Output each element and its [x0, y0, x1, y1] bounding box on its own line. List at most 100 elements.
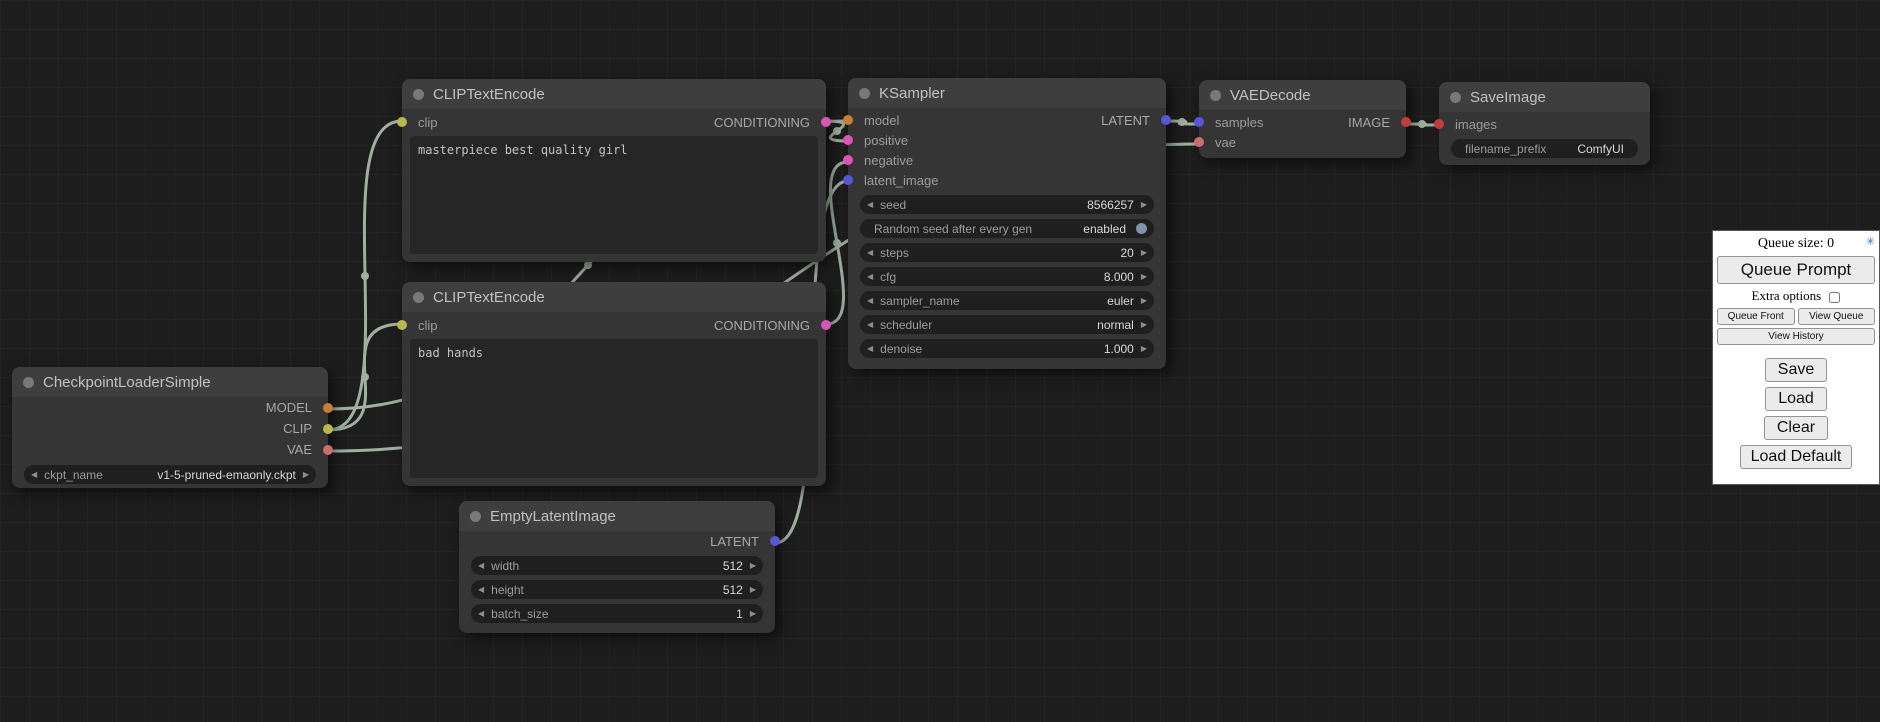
clip-input-label: clip — [418, 115, 438, 130]
samples-input-label: samples — [1215, 115, 1263, 130]
random-seed-toggle-dot[interactable] — [1136, 223, 1147, 234]
latent-image-input-dot[interactable] — [843, 175, 853, 185]
seed-number-widget[interactable]: ◀ seed 8566257 ▶ — [860, 195, 1154, 214]
collapse-dot-icon[interactable] — [23, 377, 34, 388]
collapse-dot-icon[interactable] — [413, 89, 424, 100]
node-clip-text-encode-negative[interactable]: CLIPTextEncode clip CONDITIONING bad han… — [402, 282, 826, 486]
negative-input-label: negative — [864, 153, 913, 168]
clear-button[interactable]: Clear — [1764, 416, 1828, 440]
node-ksampler[interactable]: KSampler model LATENT positive negative … — [848, 78, 1166, 369]
conditioning-output-label: CONDITIONING — [714, 115, 810, 130]
queue-front-button[interactable]: Queue Front — [1717, 308, 1795, 325]
images-input-label: images — [1455, 117, 1497, 132]
vae-input-label: vae — [1215, 135, 1236, 150]
conditioning-output-dot[interactable] — [821, 320, 831, 330]
node-empty-latent-image[interactable]: EmptyLatentImage LATENT ◀ width 512 ▶ ◀ … — [459, 501, 775, 633]
slot-row: samples IMAGE — [1199, 112, 1406, 132]
negative-prompt-textarea[interactable]: bad hands — [410, 339, 818, 478]
cfg-number-widget[interactable]: ◀ cfg 8.000 ▶ — [860, 267, 1154, 286]
increment-arrow-icon[interactable]: ▶ — [303, 471, 309, 479]
load-default-button[interactable]: Load Default — [1740, 445, 1853, 469]
negative-input-dot[interactable] — [843, 155, 853, 165]
increment-arrow-icon[interactable]: ▶ — [1141, 321, 1147, 329]
sampler-name-combo-widget[interactable]: ◀ sampler_name euler ▶ — [860, 291, 1154, 310]
model-output-dot[interactable] — [323, 403, 333, 413]
graph-canvas[interactable]: CheckpointLoaderSimple MODEL CLIP VAE ◀ … — [0, 0, 1880, 722]
decrement-arrow-icon[interactable]: ◀ — [867, 321, 873, 329]
increment-arrow-icon[interactable]: ▶ — [750, 586, 756, 594]
node-title-bar[interactable]: CheckpointLoaderSimple — [12, 367, 328, 397]
node-title-bar[interactable]: CLIPTextEncode — [402, 79, 826, 109]
decrement-arrow-icon[interactable]: ◀ — [478, 562, 484, 570]
image-output-dot[interactable] — [1401, 117, 1411, 127]
decrement-arrow-icon[interactable]: ◀ — [867, 297, 873, 305]
decrement-arrow-icon[interactable]: ◀ — [867, 201, 873, 209]
increment-arrow-icon[interactable]: ▶ — [1141, 273, 1147, 281]
increment-arrow-icon[interactable]: ▶ — [1141, 297, 1147, 305]
latent-output-dot[interactable] — [770, 536, 780, 546]
node-title-bar[interactable]: EmptyLatentImage — [459, 501, 775, 531]
denoise-number-widget[interactable]: ◀ denoise 1.000 ▶ — [860, 339, 1154, 358]
collapse-dot-icon[interactable] — [859, 88, 870, 99]
clip-input-dot[interactable] — [397, 117, 407, 127]
batch-size-number-widget[interactable]: ◀ batch_size 1 ▶ — [471, 604, 763, 623]
settings-gear-icon[interactable]: ✳ — [1866, 235, 1875, 248]
decrement-arrow-icon[interactable]: ◀ — [867, 345, 873, 353]
positive-prompt-textarea[interactable]: masterpiece best quality girl — [410, 136, 818, 254]
node-title-bar[interactable]: VAEDecode — [1199, 80, 1406, 110]
collapse-dot-icon[interactable] — [1450, 92, 1461, 103]
increment-arrow-icon[interactable]: ▶ — [1141, 345, 1147, 353]
node-checkpoint-loader[interactable]: CheckpointLoaderSimple MODEL CLIP VAE ◀ … — [12, 367, 328, 488]
decrement-arrow-icon[interactable]: ◀ — [867, 249, 873, 257]
model-input-label: model — [864, 113, 899, 128]
decrement-arrow-icon[interactable]: ◀ — [478, 586, 484, 594]
collapse-dot-icon[interactable] — [470, 511, 481, 522]
clip-output-dot[interactable] — [323, 424, 333, 434]
view-queue-button[interactable]: View Queue — [1798, 308, 1876, 325]
filename-prefix-text-widget[interactable]: filename_prefix ComfyUI — [1451, 139, 1638, 158]
increment-arrow-icon[interactable]: ▶ — [1141, 249, 1147, 257]
node-save-image[interactable]: SaveImage images filename_prefix ComfyUI — [1439, 82, 1650, 165]
slot-row: clip CONDITIONING — [402, 109, 826, 135]
images-input-dot[interactable] — [1434, 119, 1444, 129]
node-title-bar[interactable]: SaveImage — [1439, 82, 1650, 112]
scheduler-combo-widget[interactable]: ◀ scheduler normal ▶ — [860, 315, 1154, 334]
vae-output-dot[interactable] — [323, 445, 333, 455]
wire-midpoint-dot — [833, 127, 841, 135]
save-button[interactable]: Save — [1765, 358, 1827, 382]
increment-arrow-icon[interactable]: ▶ — [750, 610, 756, 618]
conditioning-output-dot[interactable] — [821, 117, 831, 127]
view-history-button[interactable]: View History — [1717, 328, 1875, 345]
latent-image-input-label: latent_image — [864, 173, 938, 188]
steps-number-widget[interactable]: ◀ steps 20 ▶ — [860, 243, 1154, 262]
extra-options-checkbox[interactable] — [1829, 292, 1840, 303]
positive-input-label: positive — [864, 133, 908, 148]
model-input-dot[interactable] — [843, 115, 853, 125]
wire-midpoint-dot — [584, 261, 592, 269]
node-clip-text-encode-positive[interactable]: CLIPTextEncode clip CONDITIONING masterp… — [402, 79, 826, 262]
height-number-widget[interactable]: ◀ height 512 ▶ — [471, 580, 763, 599]
increment-arrow-icon[interactable]: ▶ — [750, 562, 756, 570]
vae-input-dot[interactable] — [1194, 137, 1204, 147]
samples-input-dot[interactable] — [1194, 117, 1204, 127]
node-title-bar[interactable]: KSampler — [848, 78, 1166, 108]
ckpt-name-combo-widget[interactable]: ◀ ckpt_name v1-5-pruned-emaonly.ckpt ▶ — [24, 465, 316, 484]
increment-arrow-icon[interactable]: ▶ — [1141, 201, 1147, 209]
queue-prompt-button[interactable]: Queue Prompt — [1717, 256, 1875, 284]
slot-row: clip CONDITIONING — [402, 312, 826, 338]
node-vae-decode[interactable]: VAEDecode samples IMAGE vae — [1199, 80, 1406, 158]
decrement-arrow-icon[interactable]: ◀ — [478, 610, 484, 618]
collapse-dot-icon[interactable] — [413, 292, 424, 303]
collapse-dot-icon[interactable] — [1210, 90, 1221, 101]
node-title-bar[interactable]: CLIPTextEncode — [402, 282, 826, 312]
latent-output-dot[interactable] — [1161, 115, 1171, 125]
clip-input-dot[interactable] — [397, 320, 407, 330]
random-seed-toggle-widget[interactable]: Random seed after every gen enabled — [860, 219, 1154, 238]
load-button[interactable]: Load — [1765, 387, 1827, 411]
decrement-arrow-icon[interactable]: ◀ — [867, 273, 873, 281]
slot-row: positive — [848, 130, 1166, 150]
positive-input-dot[interactable] — [843, 135, 853, 145]
output-slot-vae: VAE — [12, 439, 328, 460]
decrement-arrow-icon[interactable]: ◀ — [31, 471, 37, 479]
width-number-widget[interactable]: ◀ width 512 ▶ — [471, 556, 763, 575]
